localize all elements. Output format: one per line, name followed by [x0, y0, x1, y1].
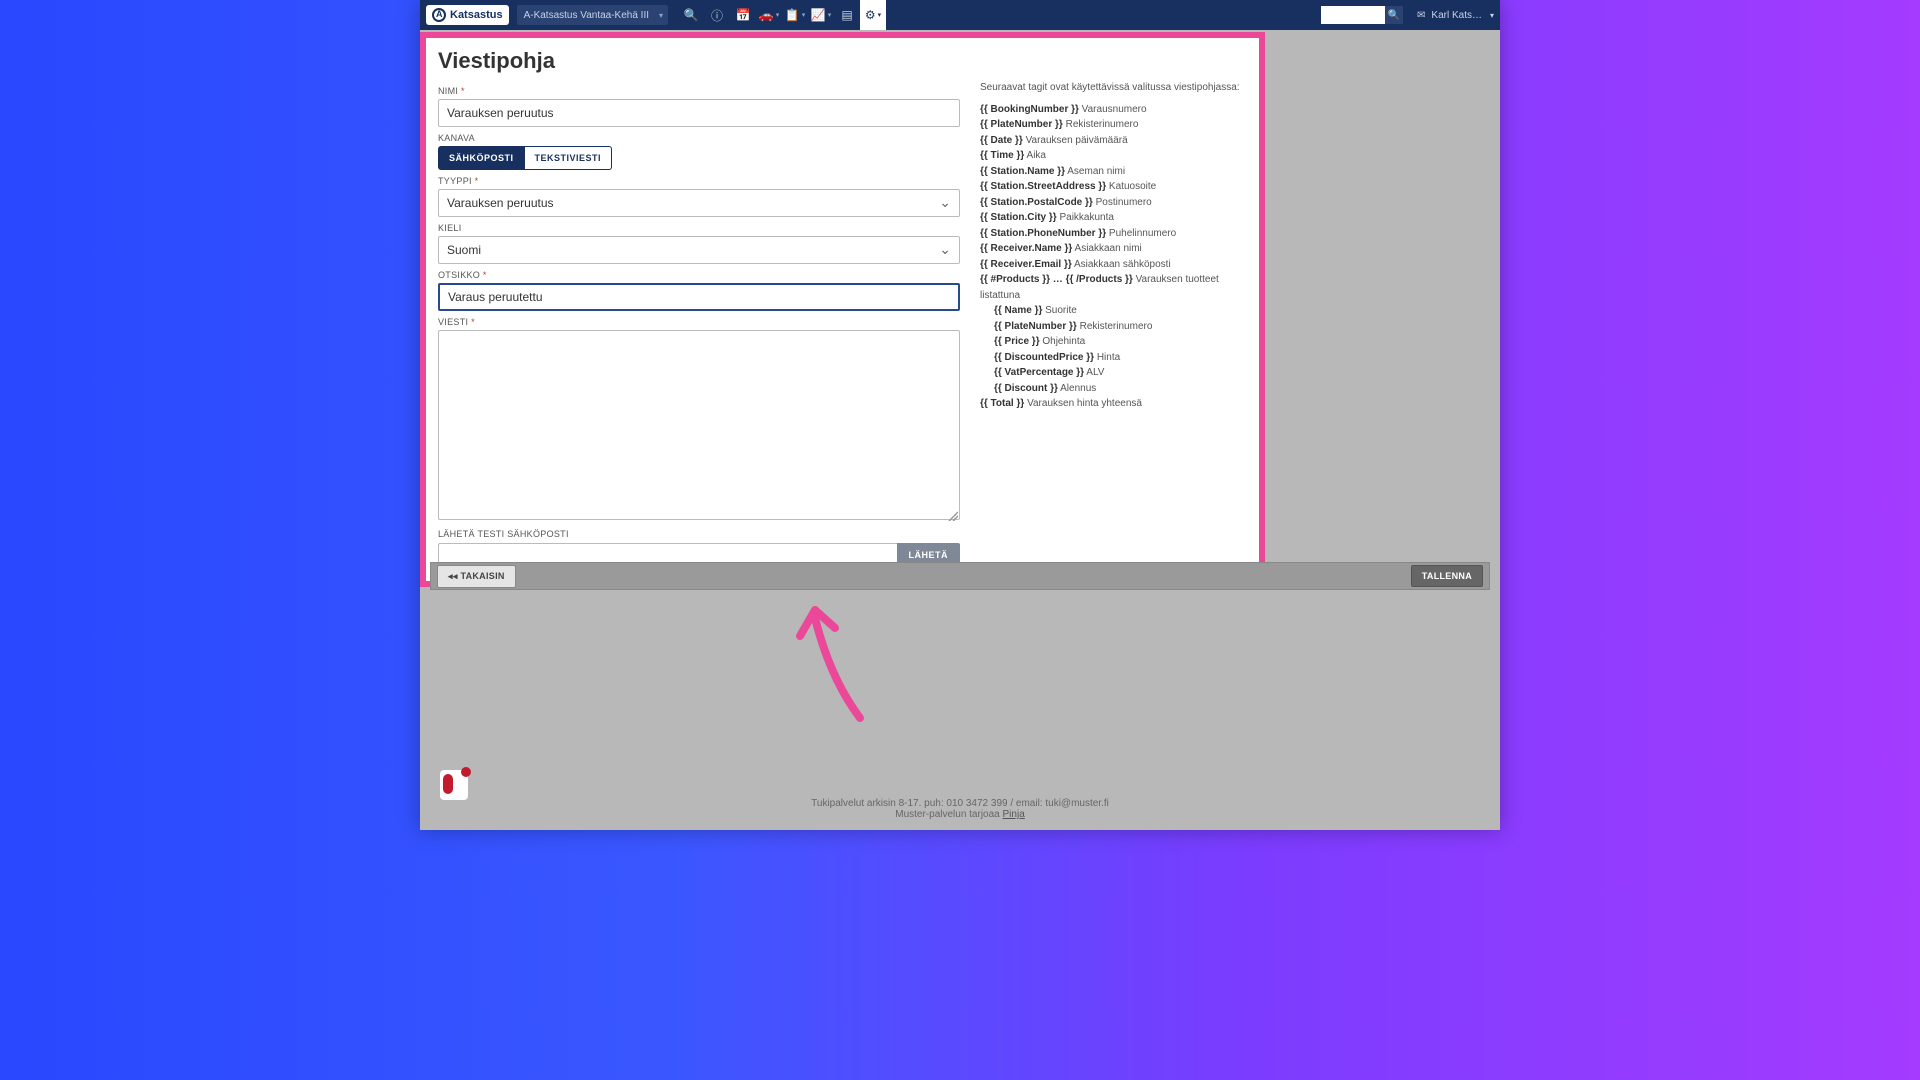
logo-text: Katsastus [450, 9, 503, 21]
annotation-arrow [790, 598, 890, 728]
footer-logo-icon [440, 770, 468, 800]
tag-line-sub: {{ VatPercentage }} ALV [980, 365, 1247, 381]
clipboard-icon[interactable]: 📋▾ [782, 0, 808, 30]
label-otsikko: OTSIKKO * [438, 270, 960, 280]
label-nimi: NIMI * [438, 86, 960, 96]
footer-link[interactable]: Pinja [1003, 809, 1025, 820]
label-send-test: LÄHETÄ TESTI SÄHKÖPOSTI [438, 529, 960, 539]
tag-line-sub: {{ Discount }} Alennus [980, 381, 1247, 397]
logo-icon [432, 8, 446, 22]
back-button[interactable]: ◂◂ TAKAISIN [437, 565, 516, 588]
station-select[interactable]: A-Katsastus Vantaa-Kehä III [517, 5, 668, 25]
label-tyyppi: TYYPPI * [438, 176, 960, 186]
tag-line-sub: {{ DiscountedPrice }} Hinta [980, 350, 1247, 366]
car-icon[interactable]: 🚗▾ [756, 0, 782, 30]
mail-icon: ✉ [1417, 10, 1425, 21]
tag-intro: Seuraavat tagit ovat käytettävissä valit… [980, 80, 1247, 96]
footer-text: Tukipalvelut arkisin 8-17. puh: 010 3472… [420, 798, 1500, 820]
action-bar: ◂◂ TAKAISIN TALLENNA [430, 562, 1490, 590]
nav-icons: 🔍 ⓘ 📅 🚗▾ 📋▾ 📈▾ ▤ ⚙▾ [678, 0, 886, 30]
label-kanava: KANAVA [438, 133, 960, 143]
app-window: Katsastus A-Katsastus Vantaa-Kehä III 🔍 … [420, 0, 1500, 830]
tag-line: {{ Station.City }} Paikkakunta [980, 210, 1247, 226]
calendar-icon[interactable]: 📅 [730, 0, 756, 30]
chart-icon[interactable]: 📈▾ [808, 0, 834, 30]
nav-search: 🔍 [1321, 6, 1403, 24]
station-label: A-Katsastus Vantaa-Kehä III [524, 10, 649, 21]
tag-line-sub: {{ PlateNumber }} Rekisterinumero [980, 319, 1247, 335]
search-icon[interactable]: 🔍 [678, 0, 704, 30]
save-button[interactable]: TALLENNA [1411, 565, 1483, 587]
tag-line: {{ PlateNumber }} Rekisterinumero [980, 117, 1247, 133]
gear-icon[interactable]: ⚙▾ [860, 0, 886, 30]
top-nav: Katsastus A-Katsastus Vantaa-Kehä III 🔍 … [420, 0, 1500, 30]
tag-line: {{ Time }} Aika [980, 148, 1247, 164]
label-kieli: KIELI [438, 223, 960, 233]
kieli-select[interactable]: Suomi [438, 236, 960, 264]
user-menu[interactable]: ✉ Karl Kats… [1417, 10, 1494, 21]
tag-total: {{ Total }} Varauksen hinta yhteensä [980, 396, 1247, 412]
form-panel: Viestipohja NIMI * KANAVA SÄHKÖPOSTI TEK… [420, 32, 1265, 587]
tag-line-sub: {{ Price }} Ohjehinta [980, 334, 1247, 350]
kieli-value: Suomi [447, 243, 481, 257]
nav-search-input[interactable] [1321, 6, 1385, 24]
tag-line: {{ BookingNumber }} Varausnumero [980, 102, 1247, 118]
list-icon[interactable]: ▤ [834, 0, 860, 30]
footer-line1: Tukipalvelut arkisin 8-17. puh: 010 3472… [420, 798, 1500, 809]
label-viesti: VIESTI * [438, 317, 960, 327]
user-name: Karl Kats… [1431, 10, 1482, 21]
kanava-toggle: SÄHKÖPOSTI TEKSTIVIESTI [438, 146, 960, 170]
tyyppi-select[interactable]: Varauksen peruutus [438, 189, 960, 217]
footer-logo [440, 770, 468, 800]
tag-line: {{ Station.StreetAddress }} Katuosoite [980, 179, 1247, 195]
form-left: NIMI * KANAVA SÄHKÖPOSTI TEKSTIVIESTI TY… [438, 80, 960, 567]
resize-handle[interactable] [948, 511, 958, 521]
kanava-sms[interactable]: TEKSTIVIESTI [525, 146, 613, 170]
tag-line: {{ Station.Name }} Aseman nimi [980, 164, 1247, 180]
nimi-input[interactable] [438, 99, 960, 127]
tag-line-sub: {{ Name }} Suorite [980, 303, 1247, 319]
footer-line2: Muster-palvelun tarjoaa Pinja [420, 809, 1500, 820]
page-title: Viestipohja [438, 48, 1247, 74]
tag-line: {{ Receiver.Name }} Asiakkaan nimi [980, 241, 1247, 257]
logo[interactable]: Katsastus [426, 5, 509, 25]
tag-line: {{ Station.PhoneNumber }} Puhelinnumero [980, 226, 1247, 242]
tag-line: {{ Station.PostalCode }} Postinumero [980, 195, 1247, 211]
nav-search-button[interactable]: 🔍 [1385, 6, 1403, 24]
viesti-textarea[interactable] [438, 330, 960, 520]
tag-line: {{ #Products }} … {{ /Products }} Varauk… [980, 272, 1247, 303]
tag-help: Seuraavat tagit ovat käytettävissä valit… [980, 80, 1247, 567]
info-icon[interactable]: ⓘ [704, 0, 730, 30]
tyyppi-value: Varauksen peruutus [447, 196, 554, 210]
kanava-email[interactable]: SÄHKÖPOSTI [438, 146, 525, 170]
tag-line: {{ Receiver.Email }} Asiakkaan sähköpost… [980, 257, 1247, 273]
tag-line: {{ Date }} Varauksen päivämäärä [980, 133, 1247, 149]
otsikko-input[interactable] [438, 283, 960, 311]
